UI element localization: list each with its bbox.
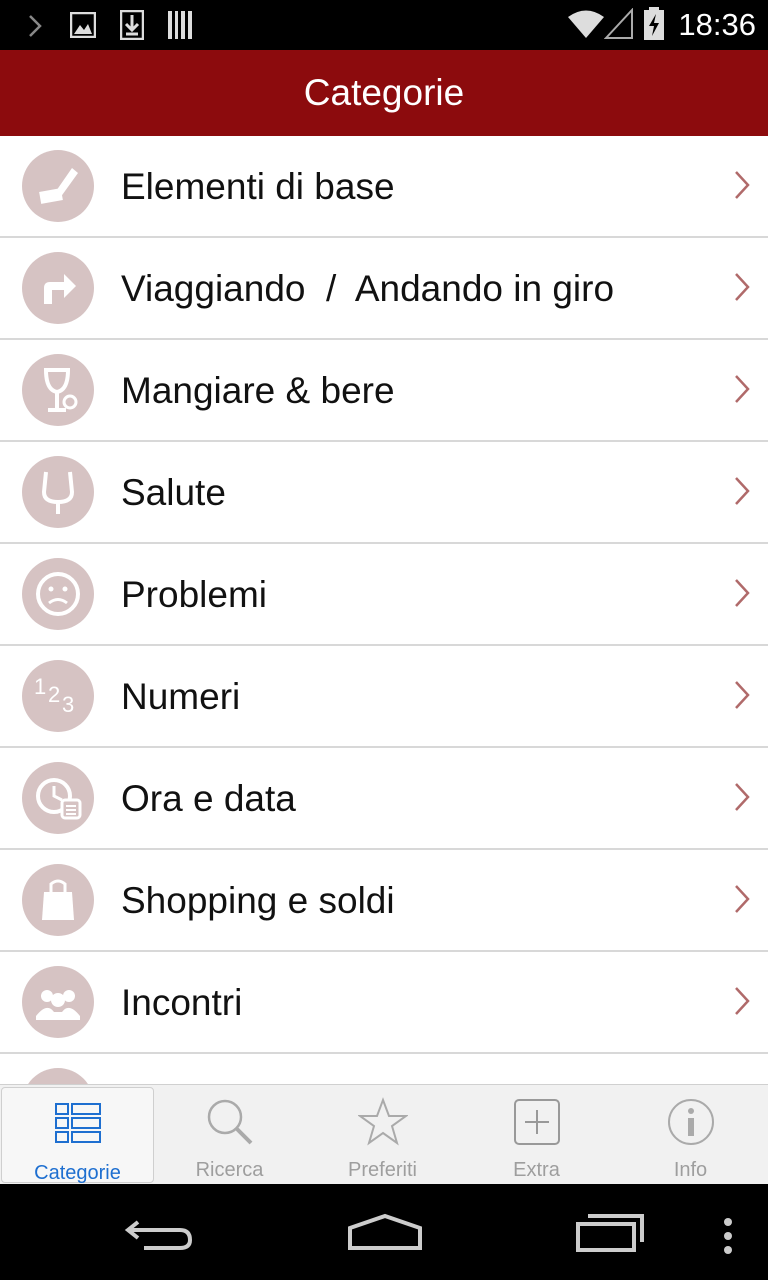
category-row-incontri[interactable]: Incontri xyxy=(0,952,768,1054)
search-icon xyxy=(207,1099,252,1145)
category-row-salute[interactable]: Salute xyxy=(0,442,768,544)
svg-text:3: 3 xyxy=(62,692,74,717)
category-label: Problemi xyxy=(121,574,267,615)
tab-info[interactable]: Info xyxy=(614,1085,767,1185)
clock-calendar-icon xyxy=(22,762,94,834)
tab-label: Extra xyxy=(513,1159,560,1181)
tab-label: Preferiti xyxy=(348,1159,417,1181)
signal-icon xyxy=(603,7,634,45)
category-row-elementi-di-base[interactable]: Elementi di base xyxy=(0,136,768,238)
tab-label: Categorie xyxy=(34,1162,121,1184)
list-grid-icon xyxy=(54,1103,101,1143)
category-row-viaggiando[interactable]: Viaggiando / Andando in giro xyxy=(0,238,768,340)
menu-overflow-icon[interactable] xyxy=(722,1216,734,1256)
chevron-right-icon xyxy=(734,986,750,1021)
category-row-numeri[interactable]: 123 Numeri xyxy=(0,646,768,748)
back-icon[interactable] xyxy=(124,1214,196,1254)
glass-icon xyxy=(22,354,94,426)
tab-label: Ricerca xyxy=(195,1159,264,1181)
chevron-right-icon xyxy=(734,476,750,511)
category-row-problemi[interactable]: Problemi xyxy=(0,544,768,646)
category-row-mangiare-bere[interactable]: Mangiare & bere xyxy=(0,340,768,442)
sad-face-icon xyxy=(22,558,94,630)
status-bar: 18:36 xyxy=(0,0,768,50)
category-list[interactable]: Elementi di base Viaggiando / Andando in… xyxy=(0,136,768,1084)
tab-categorie[interactable]: Categorie xyxy=(1,1087,154,1184)
android-nav-bar xyxy=(0,1184,768,1280)
category-label: Elementi di base xyxy=(121,166,395,207)
chevron-right-icon xyxy=(734,170,750,205)
tab-label: Info xyxy=(673,1159,708,1181)
battery-charging-icon xyxy=(642,6,666,47)
image-notification-icon xyxy=(69,11,97,43)
tab-ricerca[interactable]: Ricerca xyxy=(153,1085,306,1185)
category-row-ora-e-data[interactable]: Ora e data xyxy=(0,748,768,850)
svg-text:2: 2 xyxy=(48,682,60,707)
info-icon xyxy=(667,1099,714,1145)
category-label: Numeri xyxy=(121,676,241,717)
stethoscope-icon xyxy=(22,456,94,528)
tab-bar: Categorie Ricerca Preferiti Extra Info xyxy=(0,1084,768,1184)
home-icon[interactable] xyxy=(346,1212,424,1252)
pencil-icon xyxy=(22,150,94,222)
chevron-right-icon xyxy=(28,14,42,43)
barcode-notification-icon xyxy=(167,10,193,45)
svg-text:1: 1 xyxy=(34,674,46,699)
chevron-right-icon xyxy=(734,680,750,715)
category-label: Salute xyxy=(121,472,226,513)
status-time: 18:36 xyxy=(678,7,756,42)
people-icon xyxy=(22,966,94,1038)
chevron-right-icon xyxy=(734,374,750,409)
category-label: Viaggiando / Andando in giro xyxy=(121,268,615,309)
page-title: Categorie xyxy=(303,72,465,113)
turn-right-arrow-icon xyxy=(22,252,94,324)
plus-box-icon xyxy=(513,1099,560,1145)
chevron-right-icon xyxy=(734,884,750,919)
app-root: 18:36 Categorie Elementi di base Viaggia… xyxy=(0,0,768,1280)
title-bar: Categorie xyxy=(0,50,768,136)
star-icon xyxy=(357,1097,408,1146)
category-label: Shopping e soldi xyxy=(121,880,395,921)
category-row-partial[interactable] xyxy=(0,1054,768,1084)
category-label: Mangiare & bere xyxy=(121,370,395,411)
wifi-icon xyxy=(566,8,606,45)
shopping-bag-icon xyxy=(22,864,94,936)
recent-apps-icon[interactable] xyxy=(574,1212,646,1254)
chevron-right-icon xyxy=(734,578,750,613)
category-row-shopping-e-soldi[interactable]: Shopping e soldi xyxy=(0,850,768,952)
category-label: Ora e data xyxy=(121,778,296,819)
category-label: Incontri xyxy=(121,982,243,1023)
download-notification-icon xyxy=(119,9,145,45)
numbers-123-icon: 123 xyxy=(22,660,94,732)
chevron-right-icon xyxy=(734,272,750,307)
tab-preferiti[interactable]: Preferiti xyxy=(306,1085,459,1185)
category-icon xyxy=(22,1068,94,1084)
tab-extra[interactable]: Extra xyxy=(460,1085,613,1185)
chevron-right-icon xyxy=(734,782,750,817)
